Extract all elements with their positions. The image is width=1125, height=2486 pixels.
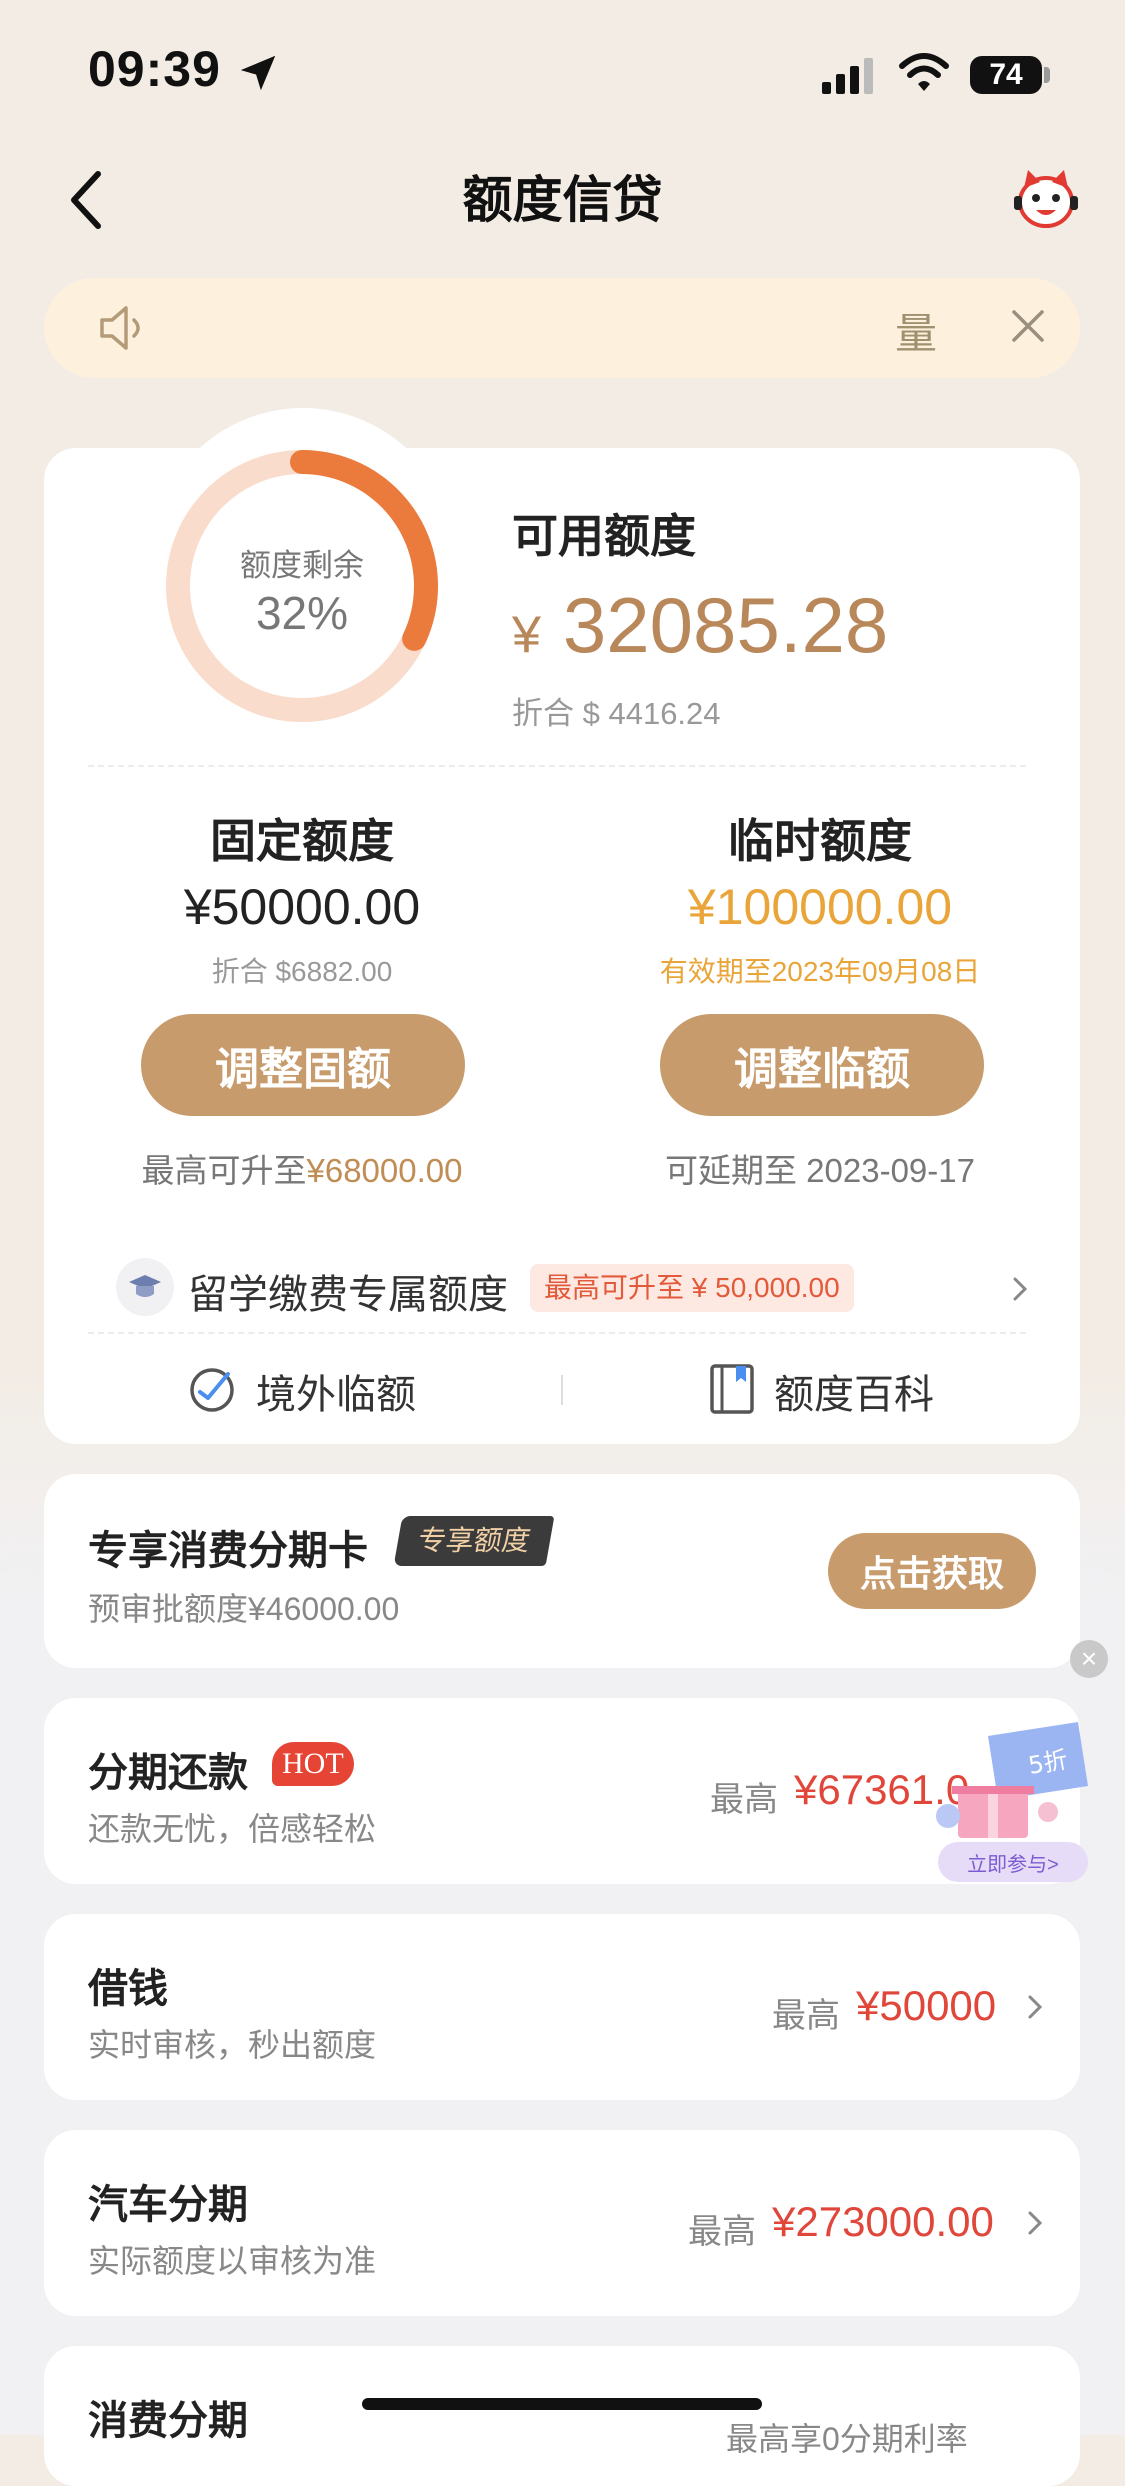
battery-indicator: 74 xyxy=(970,56,1042,94)
fixed-quota-title: 固定额度 xyxy=(210,815,394,867)
row-subtitle: 实时审核，秒出额度 xyxy=(88,2027,377,2063)
home-indicator xyxy=(362,2398,762,2410)
row-subtitle: 实际额度以审核为准 xyxy=(88,2243,377,2279)
ring-label: 额度剩余 xyxy=(240,548,364,583)
adjust-fixed-button[interactable]: 调整固额 xyxy=(141,1014,465,1116)
cellular-signal-icon xyxy=(822,58,873,94)
overseas-globe-icon xyxy=(190,1368,234,1412)
temp-quota-note: 可延期至 2023-09-17 xyxy=(665,1152,975,1189)
divider-dashed xyxy=(88,765,1026,767)
study-quota-label: 留学缴费专属额度 xyxy=(188,1273,508,1317)
row-subtitle: 还款无忧，倍感轻松 xyxy=(88,1811,377,1847)
fixed-quota-note: 最高可升至¥68000.00 xyxy=(92,1144,512,1192)
available-currency: ¥ xyxy=(512,606,541,664)
status-time: 09:39 xyxy=(88,41,221,97)
row-high-label: 最高 xyxy=(772,1997,840,2035)
join-now-button[interactable]: 立即参与> xyxy=(938,1842,1088,1882)
speaker-icon xyxy=(100,306,140,350)
row-amount: ¥50000 xyxy=(856,1982,997,2029)
close-notice-icon[interactable] xyxy=(1010,308,1046,344)
installment-card-title: 专享消费分期卡 xyxy=(88,1529,368,1573)
battery-tip xyxy=(1044,67,1050,83)
study-quota-badge: 最高可升至 ¥ 50,000.00 xyxy=(530,1264,854,1312)
row-high-label: 最高 xyxy=(688,2213,756,2251)
notice-text: 量 xyxy=(895,310,938,357)
temp-quota-title: 临时额度 xyxy=(728,815,912,867)
row-title: 汽车分期 xyxy=(88,2183,248,2227)
temp-quota-validity: 有效期至2023年09月08日 xyxy=(659,956,981,987)
quota-encyclopedia-link[interactable]: 额度百科 xyxy=(774,1362,934,1420)
graduation-cap-icon xyxy=(116,1258,174,1316)
row-subtitle: 最高享0分期利率 xyxy=(726,2421,968,2457)
chevron-right-icon xyxy=(1013,1277,1028,1301)
ring-percent: 32% xyxy=(255,587,349,639)
chevron-right-icon xyxy=(1028,2211,1043,2235)
row-title: 消费分期 xyxy=(88,2399,248,2443)
wifi-icon xyxy=(899,53,949,91)
divider-dashed xyxy=(88,1332,1026,1334)
row-high-label: 最高 xyxy=(710,1781,778,1819)
promo-gift-icon[interactable]: 5折 xyxy=(928,1716,1098,1846)
row-title: 借钱 xyxy=(88,1967,168,2011)
fixed-quota-converted: 折合 $6882.00 xyxy=(211,956,393,987)
available-value: 32085.28 xyxy=(562,581,889,669)
available-title: 可用额度 xyxy=(512,510,696,562)
fixed-quota-amount: ¥50000.00 xyxy=(183,879,421,935)
hot-badge: HOT xyxy=(272,1742,354,1786)
row-title: 分期还款 xyxy=(88,1751,248,1795)
mascot-service-icon[interactable] xyxy=(1012,168,1080,230)
available-amount: ¥32085.28 xyxy=(512,580,888,671)
overseas-temp-link[interactable]: 境外临额 xyxy=(256,1362,416,1420)
link-divider xyxy=(561,1375,563,1405)
exclusive-quota-badge: 专享额度 xyxy=(393,1516,555,1566)
temp-quota-amount: ¥100000.00 xyxy=(687,879,953,935)
book-icon xyxy=(710,1364,754,1414)
close-float-icon[interactable]: × xyxy=(1070,1640,1108,1678)
chevron-right-icon xyxy=(1028,1995,1043,2019)
fixed-note-value: ¥68000.00 xyxy=(306,1152,463,1189)
location-arrow-icon xyxy=(240,55,276,91)
page-title: 额度信贷 xyxy=(462,172,663,228)
fixed-note-prefix: 最高可升至 xyxy=(141,1152,307,1189)
installment-card-subtitle: 预审批额度¥46000.00 xyxy=(88,1591,400,1627)
get-now-button[interactable]: 点击获取 xyxy=(828,1533,1036,1609)
adjust-temp-button[interactable]: 调整临额 xyxy=(660,1014,984,1116)
available-converted: 折合 $ 4416.24 xyxy=(512,696,721,731)
row-amount: ¥273000.00 xyxy=(772,2198,994,2245)
